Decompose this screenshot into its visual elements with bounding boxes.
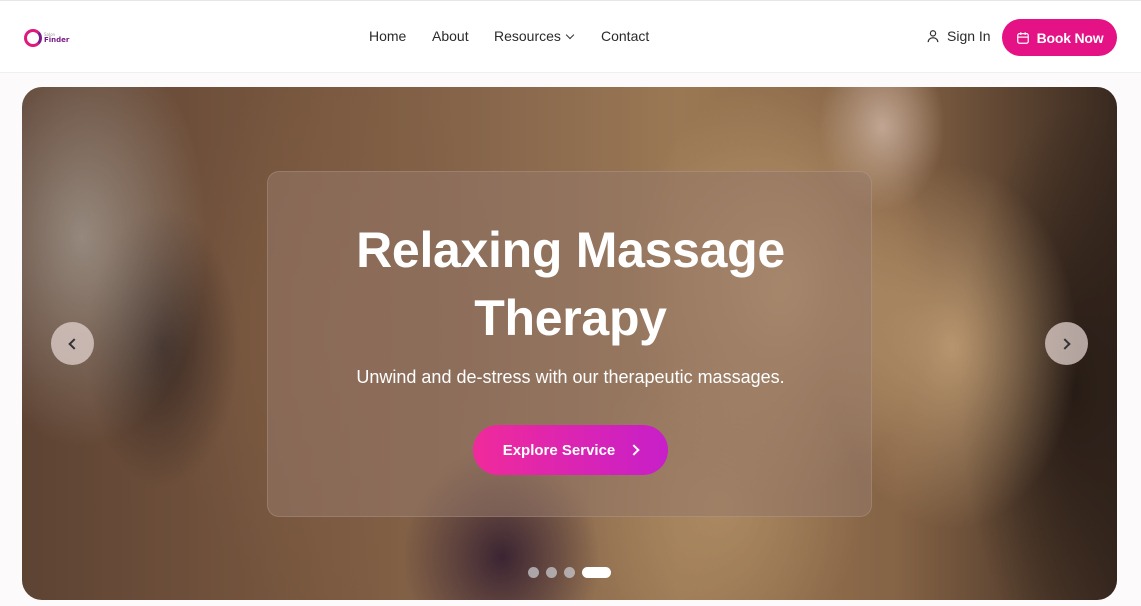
hero-title: Relaxing Massage Therapy: [356, 222, 785, 346]
nav-item-about[interactable]: About: [432, 28, 469, 44]
top-navbar: Salon Finder Home About Resources Contac…: [0, 0, 1141, 73]
carousel-dot-active[interactable]: [582, 567, 611, 578]
carousel-dot[interactable]: [564, 567, 575, 578]
chevron-left-icon: [68, 337, 80, 350]
chevron-right-icon: [628, 444, 640, 456]
hero-subtitle: Unwind and de-stress with our therapeuti…: [356, 367, 785, 387]
hero-carousel: Relaxing Massage Therapy Unwind and de-s…: [22, 87, 1117, 600]
carousel-indicators: [528, 567, 611, 578]
nav-item-home[interactable]: Home: [369, 28, 406, 44]
chevron-right-icon: [1059, 337, 1071, 350]
hero-content-card: Relaxing Massage Therapy Unwind and de-s…: [267, 171, 872, 517]
carousel-prev-button[interactable]: [51, 322, 94, 365]
book-now-label: Book Now: [1036, 29, 1104, 46]
explore-service-button[interactable]: Explore Service: [473, 425, 668, 475]
carousel-dot[interactable]: [528, 567, 539, 578]
carousel-dot[interactable]: [546, 567, 557, 578]
book-now-button[interactable]: Book Now: [1002, 19, 1117, 56]
nav-item-resources[interactable]: Resources: [494, 28, 575, 44]
user-icon: [927, 30, 939, 43]
carousel-next-button[interactable]: [1045, 322, 1088, 365]
sign-in-link[interactable]: Sign In: [926, 28, 991, 44]
explore-service-label: Explore Service: [502, 441, 616, 459]
sign-in-label: Sign In: [947, 28, 991, 44]
nav-item-contact[interactable]: Contact: [601, 28, 649, 44]
nav-item-resources-label: Resources: [494, 28, 561, 44]
chevron-down-icon: [565, 30, 575, 39]
calendar-icon: [1016, 31, 1029, 44]
